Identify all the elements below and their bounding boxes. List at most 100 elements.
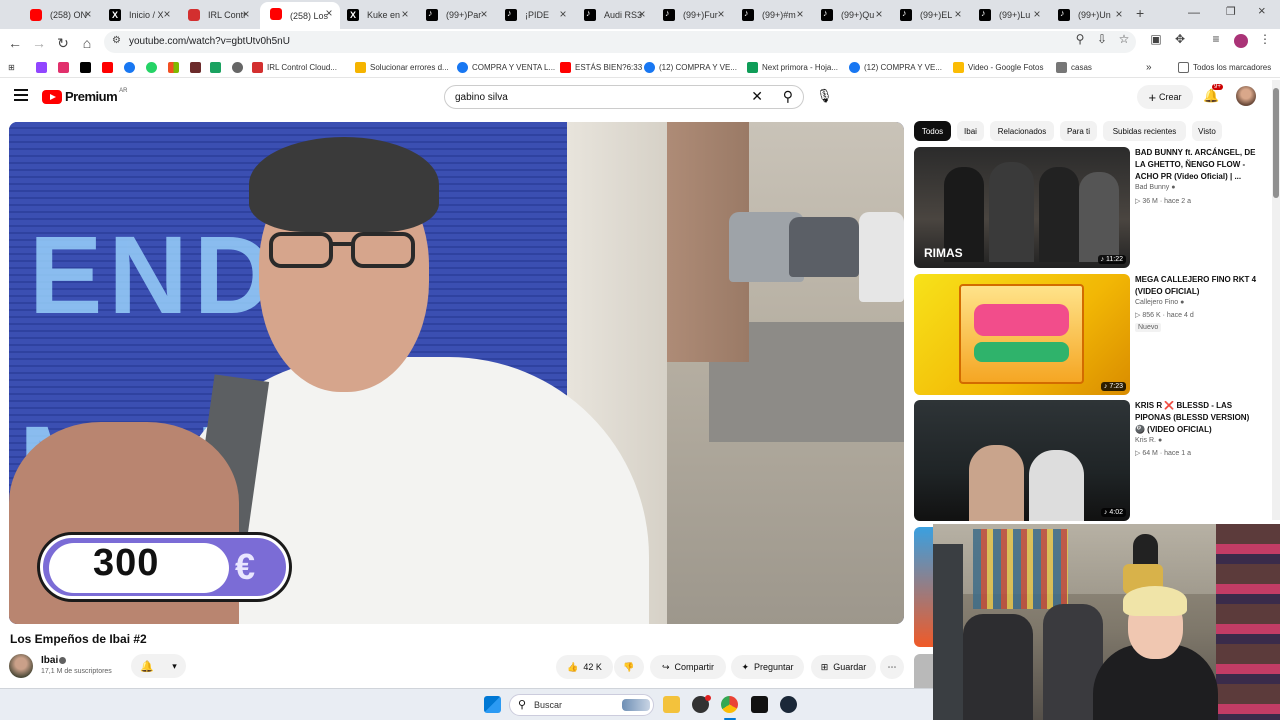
close-icon[interactable]: ×: [714, 7, 728, 21]
new-tab-button[interactable]: +: [1136, 5, 1144, 21]
browser-tab[interactable]: IRL Contr ×: [178, 3, 257, 27]
extension-icon[interactable]: ▣: [1148, 32, 1164, 46]
dislike-button[interactable]: 👎: [614, 655, 644, 679]
bookmark-item[interactable]: (12) COMPRA Y VE...: [644, 60, 737, 74]
browser-tab[interactable]: (99+)Un×: [1048, 3, 1130, 27]
search-icon[interactable]: ⚲: [783, 88, 793, 105]
chip-todos[interactable]: Todos: [914, 121, 951, 141]
chrome-icon[interactable]: [721, 696, 738, 713]
forward-icon[interactable]: →: [30, 34, 48, 52]
taskbar-search[interactable]: ⚲ Buscar: [509, 694, 654, 716]
browser-tab-active[interactable]: (258) Los ×: [260, 2, 340, 29]
media-icon[interactable]: ≡: [1208, 32, 1224, 46]
whatsapp-icon[interactable]: [146, 60, 161, 74]
home-icon[interactable]: ⌂: [78, 34, 96, 52]
site-info-icon[interactable]: ⚙: [112, 35, 121, 46]
microphone-icon[interactable]: 🎙: [816, 88, 833, 104]
related-video-thumbnail[interactable]: ♪ 7:23: [914, 274, 1130, 395]
video-player[interactable]: ENDE MPE 300 €: [9, 122, 904, 624]
youtube-icon[interactable]: [102, 60, 117, 74]
browser-tab[interactable]: ¡PIDE×: [495, 3, 574, 27]
address-bar[interactable]: ⚙ youtube.com/watch?v=gbtUtv0h5nU: [104, 31, 1136, 53]
close-icon[interactable]: ×: [556, 7, 570, 21]
star-icon[interactable]: ☆: [1116, 32, 1132, 46]
chip-para-ti[interactable]: Para ti: [1060, 121, 1097, 141]
like-button[interactable]: 👍 42 K: [556, 655, 613, 679]
related-video-title[interactable]: BAD BUNNY ft. ARCÁNGEL, DE LA GHETTO, ÑE…: [1135, 147, 1260, 183]
facebook-icon[interactable]: [124, 60, 139, 74]
all-bookmarks[interactable]: Todos los marcadores: [1178, 60, 1271, 74]
related-video-channel[interactable]: Callejero Fino ●: [1135, 299, 1184, 306]
browser-tab[interactable]: (99+)Fur×: [653, 3, 732, 27]
browser-tab[interactable]: (99+)Par×: [416, 3, 495, 27]
instagram-icon[interactable]: [58, 60, 73, 74]
related-video-title[interactable]: KRIS R ❌ BLESSD - LAS PIPONAS (BLESSD VE…: [1135, 400, 1260, 436]
close-icon[interactable]: ×: [160, 7, 174, 21]
bookmark-item[interactable]: Video - Google Fotos: [953, 60, 1043, 74]
back-icon[interactable]: ←: [6, 34, 24, 52]
restore-icon[interactable]: ❐: [1226, 5, 1236, 18]
related-video-thumbnail[interactable]: RIMAS ♪ 11:22: [914, 147, 1130, 268]
notifications-icon[interactable]: 🔔: [1203, 88, 1219, 104]
more-icon[interactable]: ⋮: [1257, 32, 1273, 46]
close-icon[interactable]: ×: [951, 7, 965, 21]
close-icon[interactable]: ×: [793, 7, 807, 21]
search-value[interactable]: gabino silva: [455, 92, 508, 103]
more-actions-icon[interactable]: ⋯: [880, 655, 904, 679]
browser-tab[interactable]: X Inicio / X ×: [99, 3, 178, 27]
obs-icon[interactable]: [751, 696, 768, 713]
channel-avatar[interactable]: [9, 654, 33, 678]
chip-ibai[interactable]: Ibai: [957, 121, 984, 141]
create-button[interactable]: + Crear: [1137, 85, 1193, 109]
close-icon[interactable]: ×: [1112, 7, 1126, 21]
bookmark-item[interactable]: casas: [1056, 60, 1092, 74]
file-explorer-icon[interactable]: [663, 696, 680, 713]
close-icon[interactable]: ×: [477, 7, 491, 21]
browser-tab[interactable]: X Kuke en ×: [337, 3, 416, 27]
save-button[interactable]: ⊞ Guardar: [811, 655, 876, 679]
bookmark-icon[interactable]: [190, 60, 205, 74]
chip-relacionados[interactable]: Relacionados: [990, 121, 1054, 141]
related-video-title[interactable]: MEGA CALLEJERO FINO RKT 4 (VIDEO OFICIAL…: [1135, 274, 1260, 298]
channel-name[interactable]: Ibai: [41, 655, 58, 666]
subscription-bell-button[interactable]: 🔔 ▾: [131, 654, 186, 678]
browser-tab[interactable]: (258) ON ×: [20, 3, 99, 27]
bookmark-item[interactable]: Next primora - Hoja...: [747, 60, 838, 74]
steam-icon[interactable]: [780, 696, 797, 713]
microsoft-icon[interactable]: [168, 60, 183, 74]
chip-visto[interactable]: Visto: [1192, 121, 1222, 141]
scrollbar-thumb[interactable]: [1273, 88, 1279, 198]
close-icon[interactable]: ×: [322, 6, 336, 20]
bookmark-item[interactable]: ESTÁS BIEN?6:33: [560, 60, 642, 74]
clear-search-icon[interactable]: ✕: [751, 88, 763, 105]
bookmark-item[interactable]: COMPRA Y VENTA L...: [457, 60, 555, 74]
ask-button[interactable]: ✦ Preguntar: [731, 655, 804, 679]
zoom-icon[interactable]: ⚲: [1072, 32, 1088, 46]
close-icon[interactable]: ×: [81, 7, 95, 21]
bookmark-icon[interactable]: [210, 60, 225, 74]
twitch-icon[interactable]: [36, 60, 51, 74]
puzzle-icon[interactable]: ✥: [1172, 32, 1188, 46]
share-button[interactable]: ↪ Compartir: [650, 655, 726, 679]
account-avatar[interactable]: [1236, 86, 1256, 106]
close-icon[interactable]: ×: [1030, 7, 1044, 21]
bookmark-item[interactable]: Solucionar errores d...: [355, 60, 449, 74]
chip-subidas-recientes[interactable]: Subidas recientes: [1103, 121, 1186, 141]
related-video-thumbnail-partial[interactable]: [914, 527, 934, 647]
menu-icon[interactable]: [14, 89, 28, 101]
browser-tab[interactable]: (99+)EL×: [890, 3, 969, 27]
globe-icon[interactable]: [232, 60, 247, 74]
browser-tab[interactable]: (99+)#m×: [732, 3, 811, 27]
close-icon[interactable]: ×: [872, 7, 886, 21]
related-video-channel[interactable]: Kris R. ●: [1135, 437, 1162, 444]
x-icon[interactable]: [80, 60, 95, 74]
windows-start-icon[interactable]: [484, 696, 501, 713]
bookmarks-overflow[interactable]: »: [1146, 60, 1152, 74]
close-icon[interactable]: ×: [239, 7, 253, 21]
minimize-icon[interactable]: —: [1188, 5, 1200, 19]
related-video-thumbnail-partial[interactable]: [914, 654, 934, 688]
browser-tab[interactable]: (99+)Lu×: [969, 3, 1048, 27]
search-input[interactable]: gabino silva ✕ ⚲: [444, 85, 804, 109]
close-icon[interactable]: ×: [635, 7, 649, 21]
close-icon[interactable]: ×: [398, 7, 412, 21]
